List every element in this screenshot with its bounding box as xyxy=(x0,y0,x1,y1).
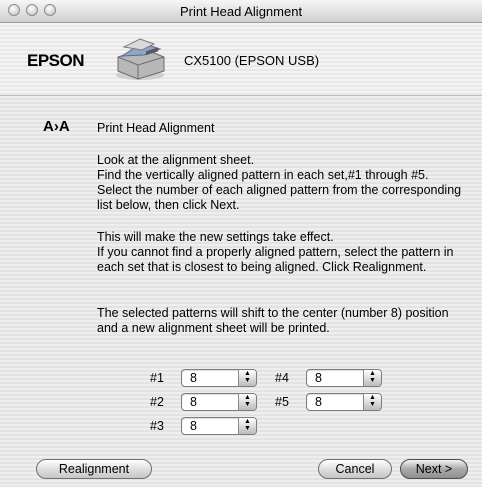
device-name: CX5100 (EPSON USB) xyxy=(184,53,320,68)
stepper-arrows-icon: ▲ ▼ xyxy=(238,418,256,434)
stepper-arrows-icon: ▲ ▼ xyxy=(238,394,256,410)
instruction-line: If you cannot find a properly aligned pa… xyxy=(97,245,454,259)
title-bar[interactable]: Print Head Alignment xyxy=(0,0,482,23)
instruction-line: Select the number of each aligned patter… xyxy=(97,183,462,197)
instructions-paragraph: Look at the alignment sheet. Find the ve… xyxy=(97,153,461,213)
instruction-line: Find the vertically aligned pattern in e… xyxy=(97,168,429,182)
pattern-5-value: 8 xyxy=(315,395,322,409)
pattern-4-select[interactable]: 8 ▲ ▼ xyxy=(306,369,382,387)
instruction-line: each set that is closest to being aligne… xyxy=(97,260,427,274)
dialog-window: Print Head Alignment EPSON CX5100 (EPSON… xyxy=(0,0,482,487)
header-banner: EPSON CX5100 (EPSON USB) xyxy=(0,23,482,96)
stepper-arrows-icon: ▲ ▼ xyxy=(363,394,381,410)
pattern-3-select[interactable]: 8 ▲ ▼ xyxy=(181,417,257,435)
epson-logo: EPSON xyxy=(27,51,85,70)
window-title: Print Head Alignment xyxy=(179,4,303,19)
printer-icon xyxy=(116,38,165,80)
instruction-line: This will make the new settings take eff… xyxy=(97,230,334,244)
pattern-5-select[interactable]: 8 ▲ ▼ xyxy=(306,393,382,411)
realignment-button[interactable]: Realignment xyxy=(36,459,152,479)
stepper-arrows-icon: ▲ ▼ xyxy=(238,370,256,386)
alignment-icon: A›A xyxy=(43,118,70,135)
pattern-5-label: #5 xyxy=(275,395,289,409)
section-title: Print Head Alignment xyxy=(97,121,215,135)
pattern-2-label: #2 xyxy=(150,395,164,409)
settings-paragraph: This will make the new settings take eff… xyxy=(97,230,453,275)
pattern-1-value: 8 xyxy=(190,371,197,385)
cancel-button[interactable]: Cancel xyxy=(318,459,392,479)
shift-paragraph: The selected patterns will shift to the … xyxy=(97,306,449,336)
instruction-line: and a new alignment sheet will be printe… xyxy=(97,321,330,335)
pattern-4-label: #4 xyxy=(275,371,289,385)
pattern-2-value: 8 xyxy=(190,395,197,409)
next-button[interactable]: Next > xyxy=(400,459,468,479)
pattern-3-value: 8 xyxy=(190,419,197,433)
pattern-1-label: #1 xyxy=(150,371,164,385)
stepper-arrows-icon: ▲ ▼ xyxy=(363,370,381,386)
pattern-3-label: #3 xyxy=(150,419,164,433)
instruction-line: The selected patterns will shift to the … xyxy=(97,306,449,320)
pattern-2-select[interactable]: 8 ▲ ▼ xyxy=(181,393,257,411)
pattern-4-value: 8 xyxy=(315,371,322,385)
pattern-1-select[interactable]: 8 ▲ ▼ xyxy=(181,369,257,387)
instruction-line: Look at the alignment sheet. xyxy=(97,153,255,167)
instruction-line: list below, then click Next. xyxy=(97,198,240,212)
